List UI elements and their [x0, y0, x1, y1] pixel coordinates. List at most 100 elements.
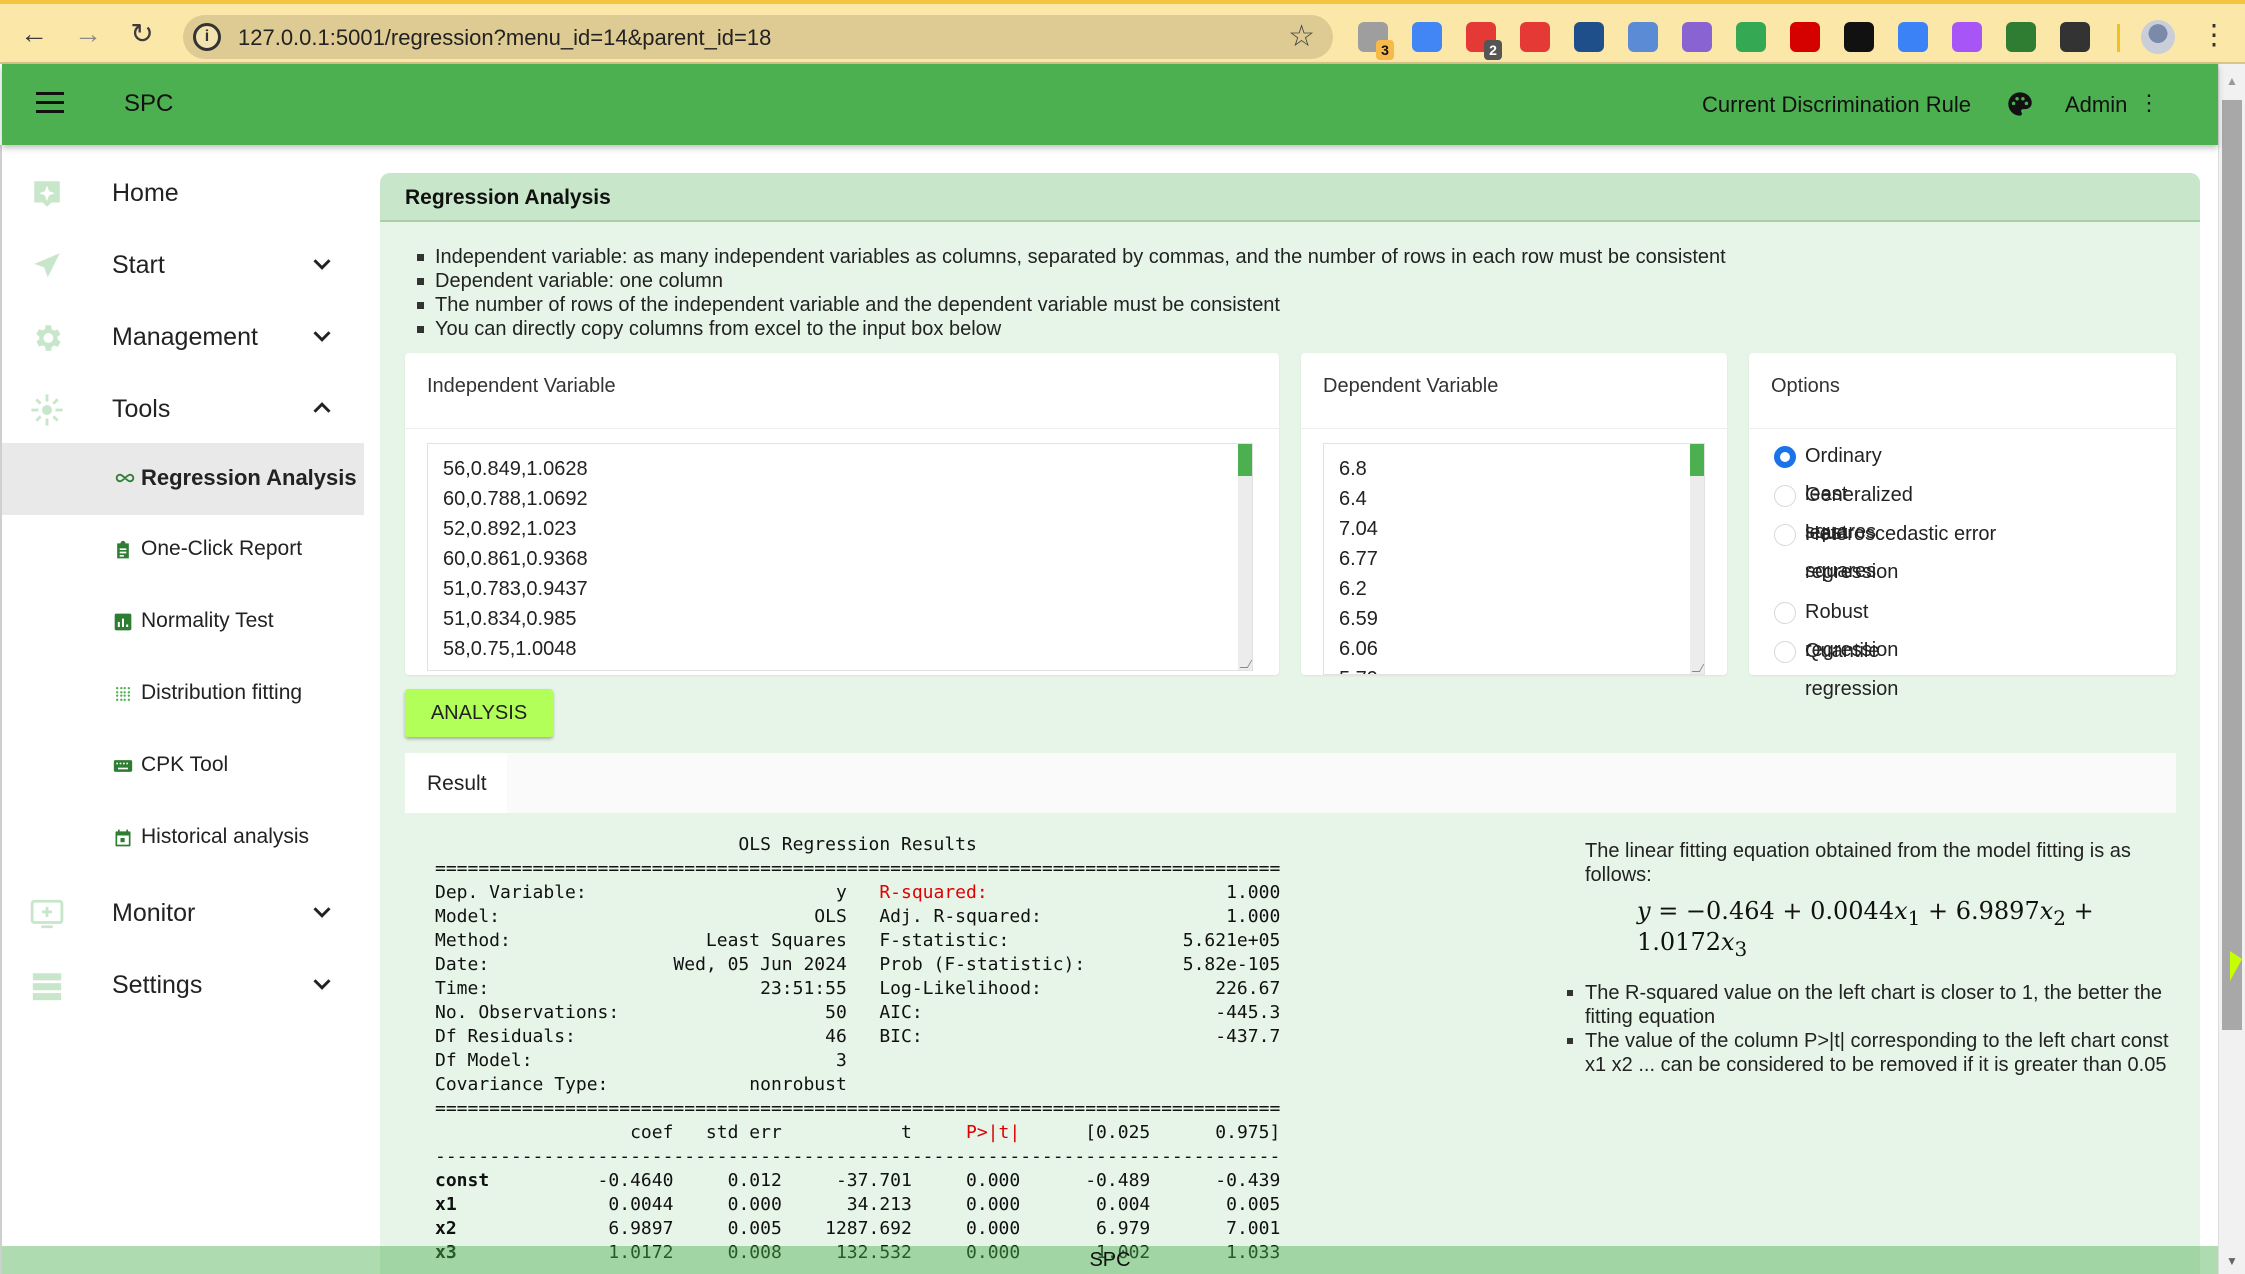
input-line: 5.79 — [1339, 664, 1378, 674]
clipboard-icon — [117, 540, 129, 559]
ext-no-tracking-icon[interactable] — [1520, 22, 1550, 52]
app-header: SPC Current Discrimination Rule Admin ⋮ — [2, 64, 2218, 145]
ext-red-dots-icon[interactable]: 2 — [1466, 22, 1502, 60]
tab-result[interactable]: Result — [405, 753, 507, 813]
tab-label: Result — [427, 772, 487, 795]
input-line: 7.04 — [1339, 518, 1378, 540]
ext-blue-chart-icon[interactable] — [1898, 22, 1928, 52]
ext-loop-icon[interactable]: 3 — [1358, 22, 1394, 60]
sidebar-item-tools[interactable]: Tools — [2, 373, 364, 445]
sidebar-item-regression-analysis[interactable]: Regression Analysis — [2, 443, 364, 515]
ext-blue-ring-icon[interactable] — [1628, 22, 1658, 52]
scrollbar-thumb[interactable] — [1690, 444, 1704, 476]
ext-block-icon[interactable] — [1844, 22, 1874, 52]
extension-badge: 2 — [1484, 40, 1502, 60]
ols-stat-row: No. Observations: 50 AIC: -445.3 — [435, 1002, 1281, 1023]
analysis-button[interactable]: ANALYSIS — [405, 689, 553, 737]
scrollbar-thumb[interactable] — [2222, 100, 2242, 1030]
bookmark-star-icon[interactable]: ☆ — [1288, 19, 1315, 54]
sidebar-item-cpk-tool[interactable]: CPK Tool — [2, 731, 364, 803]
option-heteroscedastic-error-regression[interactable]: Heteroscedastic error regression — [1774, 519, 2054, 593]
sidebar-item-normality-test[interactable]: Normality Test — [2, 587, 364, 659]
textarea-scrollbar[interactable] — [1238, 444, 1252, 670]
dependent-variable-input[interactable]: 6.8 6.4 7.04 6.77 6.2 6.59 6.06 5.79 — [1323, 443, 1705, 675]
sidebar-item-one-click-report[interactable]: One-Click Report — [2, 515, 364, 587]
site-info-icon[interactable]: i — [193, 23, 221, 51]
current-discrimination-rule-link[interactable]: Current Discrimination Rule — [1702, 92, 1971, 118]
divider — [1749, 428, 2176, 429]
extension-badge: 3 — [1376, 40, 1394, 60]
ext-purple-check-icon[interactable] — [1682, 22, 1712, 52]
sidebar-label: Distribution fitting — [141, 681, 303, 704]
input-lines[interactable]: 6.8 6.4 7.04 6.77 6.2 6.59 6.06 5.79 — [1339, 454, 1378, 674]
scroll-down-arrow-icon[interactable]: ▼ — [2226, 1254, 2238, 1268]
footer-label: SPC — [1089, 1249, 1131, 1271]
address-bar[interactable]: i 127.0.0.1:5001/regression?menu_id=14&p… — [183, 15, 1333, 59]
input-line: 6.77 — [1339, 548, 1378, 570]
ols-summary-table: OLS Regression Results =================… — [435, 834, 1281, 1263]
radio-button[interactable] — [1774, 524, 1796, 546]
radio-button-selected[interactable] — [1774, 446, 1796, 468]
palette-icon[interactable] — [2006, 90, 2034, 118]
option-label: Quantile regression — [1805, 640, 1899, 700]
option-label: Heteroscedastic error regression — [1805, 523, 1997, 583]
explanation-bullet: The R-squared value on the left chart is… — [1567, 981, 2185, 1029]
ext-stop-hand-icon[interactable] — [1790, 22, 1820, 52]
profile-avatar[interactable] — [2141, 20, 2175, 54]
coef-row: x2 6.9897 0.005 1287.692 0.000 6.979 7.0… — [435, 1218, 1281, 1239]
instruction-item: You can directly copy columns from excel… — [415, 317, 1726, 341]
toolbar-divider — [2117, 24, 2120, 52]
ext-history-clock-icon[interactable] — [1952, 22, 1982, 52]
sidebar-label: CPK Tool — [141, 753, 229, 776]
user-menu-icon[interactable]: ⋮ — [2138, 90, 2160, 116]
radio-button[interactable] — [1774, 602, 1796, 624]
ext-puzzle-icon[interactable] — [2060, 22, 2090, 52]
send-icon — [34, 253, 60, 278]
sidebar-item-monitor[interactable]: Monitor — [2, 877, 364, 949]
input-line: 6.8 — [1339, 458, 1367, 480]
independent-variable-input[interactable]: 56,0.849,1.0628 60,0.788,1.0692 52,0.892,1… — [427, 443, 1253, 671]
sidebar-item-historical-analysis[interactable]: Historical analysis — [2, 803, 364, 875]
browser-menu-icon[interactable]: ⋮ — [2200, 18, 2228, 51]
radio-button[interactable] — [1774, 641, 1796, 663]
tools-icon — [31, 394, 63, 426]
ext-pdf-icon[interactable] — [1574, 22, 1604, 52]
sidebar-item-settings[interactable]: Settings — [2, 949, 364, 1021]
scroll-up-arrow-icon[interactable]: ▲ — [2226, 74, 2238, 88]
hamburger-menu-icon[interactable] — [36, 92, 64, 114]
ext-green-pill-icon[interactable] — [2006, 22, 2036, 52]
instruction-item: Dependent variable: one column — [415, 269, 1726, 293]
input-line: 56,0.849,1.0628 — [443, 458, 588, 480]
input-line: 51,0.834,0.985 — [443, 608, 577, 630]
ols-stat-row: Method: Least Squares F-statistic: 5.621… — [435, 930, 1281, 951]
regression-card: Regression Analysis Independent variable… — [380, 173, 2200, 1274]
sidebar-item-management[interactable]: Management — [2, 301, 364, 373]
ext-google-translate-icon[interactable] — [1412, 22, 1442, 52]
dot-grid-icon — [116, 687, 130, 701]
input-lines[interactable]: 56,0.849,1.0628 60,0.788,1.0692 52,0.892,1… — [443, 454, 588, 664]
page-scrollbar[interactable]: ▲ ▼ — [2218, 64, 2245, 1274]
textarea-scrollbar[interactable] — [1690, 444, 1704, 674]
browser-toolbar: ← → ↻ i 127.0.0.1:5001/regression?menu_i… — [0, 0, 2245, 64]
ext-code-brackets-icon[interactable] — [1736, 22, 1766, 52]
fit-explanation: The linear fitting equation obtained fro… — [1567, 839, 2185, 1077]
app-title: SPC — [124, 90, 174, 117]
radio-button[interactable] — [1774, 485, 1796, 507]
panel-title: Dependent Variable — [1323, 375, 1499, 397]
settings-list-icon — [32, 973, 62, 1001]
back-button[interactable]: ← — [18, 18, 50, 50]
scrollbar-thumb[interactable] — [1238, 444, 1252, 476]
url-text[interactable]: 127.0.0.1:5001/regression?menu_id=14&par… — [238, 25, 771, 51]
forward-button[interactable]: → — [72, 18, 104, 50]
sidebar-item-distribution-fitting[interactable]: Distribution fitting — [2, 659, 364, 731]
chevron-down-icon — [313, 331, 331, 342]
instructions-list: Independent variable: as many independen… — [415, 245, 1726, 341]
user-name[interactable]: Admin — [2065, 92, 2127, 118]
sidebar-item-start[interactable]: Start — [2, 229, 364, 301]
explanation-intro: The linear fitting equation obtained fro… — [1585, 840, 2131, 886]
sidebar-item-home[interactable]: Home — [2, 157, 364, 229]
bar-chart-icon — [114, 613, 132, 631]
reload-button[interactable]: ↻ — [126, 18, 158, 50]
gear-icon — [36, 325, 61, 351]
coef-header-row: coef std err t P>|t| [0.025 0.975] — [435, 1122, 1281, 1143]
